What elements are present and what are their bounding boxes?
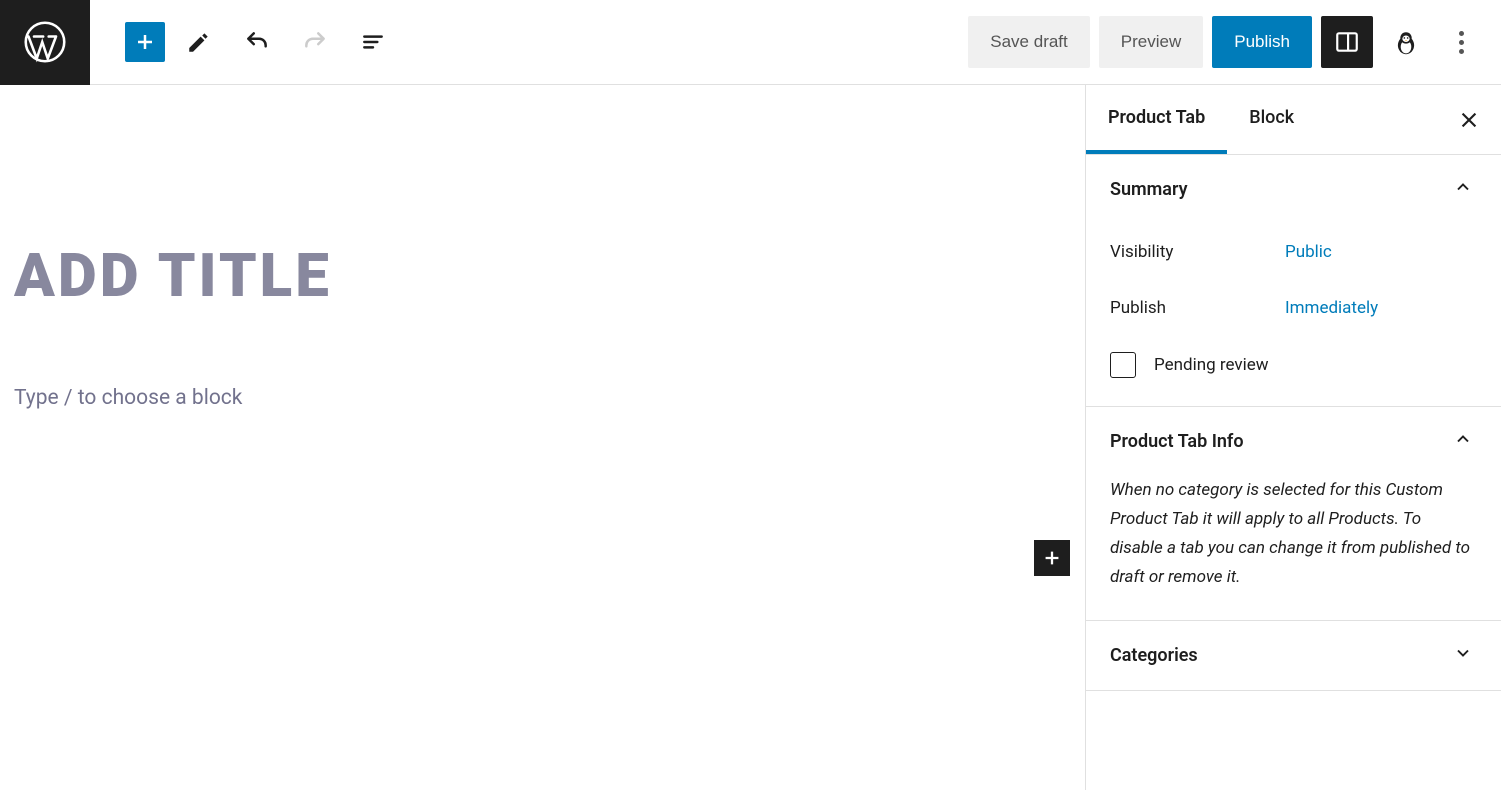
plus-icon — [133, 30, 157, 54]
close-sidebar-button[interactable] — [1449, 100, 1489, 140]
redo-icon — [302, 29, 328, 55]
edit-button[interactable] — [175, 18, 223, 66]
publish-value[interactable]: Immediately — [1285, 298, 1378, 318]
publish-label: Publish — [1110, 298, 1285, 318]
chevron-down-icon — [1453, 643, 1473, 668]
pending-review-checkbox[interactable] — [1110, 352, 1136, 378]
publish-button[interactable]: Publish — [1212, 16, 1312, 68]
add-block-button[interactable] — [125, 22, 165, 62]
editor-canvas: Add title Type / to choose a block — [0, 85, 1086, 790]
plus-icon — [1041, 547, 1063, 569]
tab-block[interactable]: Block — [1227, 85, 1316, 154]
pencil-icon — [186, 29, 212, 55]
panel-header-summary[interactable]: Summary — [1086, 155, 1501, 224]
row-pending-review: Pending review — [1110, 336, 1477, 378]
panel-product-tab-info: Product Tab Info When no category is sel… — [1086, 407, 1501, 621]
toolbar-right: Save draft Preview Publish — [968, 16, 1501, 68]
settings-sidebar-toggle[interactable] — [1321, 16, 1373, 68]
panel-title: Categories — [1110, 645, 1198, 666]
more-options-button[interactable] — [1439, 20, 1483, 64]
panel-title: Summary — [1110, 179, 1188, 200]
row-publish: Publish Immediately — [1110, 280, 1477, 336]
sidebar-icon — [1334, 29, 1360, 55]
panel-header-categories[interactable]: Categories — [1086, 621, 1501, 690]
close-icon — [1458, 109, 1480, 131]
topbar: Save draft Preview Publish — [0, 0, 1501, 85]
sidebar-tabs: Product Tab Block — [1086, 85, 1501, 155]
penguin-button[interactable] — [1382, 18, 1430, 66]
toolbar-left — [90, 18, 397, 66]
panel-summary: Summary Visibility Public Publish Immedi… — [1086, 155, 1501, 407]
wordpress-logo[interactable] — [0, 0, 90, 85]
more-dots-icon — [1459, 31, 1464, 36]
wordpress-icon — [23, 20, 67, 64]
penguin-icon — [1393, 29, 1419, 55]
main: Add title Type / to choose a block Produ… — [0, 85, 1501, 790]
panel-categories: Categories — [1086, 621, 1501, 691]
settings-sidebar: Product Tab Block Summary Visibility Pub… — [1086, 85, 1501, 790]
pending-review-label[interactable]: Pending review — [1154, 355, 1269, 375]
block-input[interactable]: Type / to choose a block — [14, 386, 1071, 410]
undo-button[interactable] — [233, 18, 281, 66]
chevron-up-icon — [1453, 429, 1473, 454]
redo-button[interactable] — [291, 18, 339, 66]
inline-add-block-button[interactable] — [1034, 540, 1070, 576]
row-visibility: Visibility Public — [1110, 224, 1477, 280]
title-input[interactable]: Add title — [14, 240, 1071, 311]
chevron-up-icon — [1453, 177, 1473, 202]
save-draft-button[interactable]: Save draft — [968, 16, 1090, 68]
visibility-value[interactable]: Public — [1285, 242, 1332, 262]
preview-button[interactable]: Preview — [1099, 16, 1203, 68]
product-tab-info-text: When no category is selected for this Cu… — [1110, 476, 1477, 592]
list-icon — [360, 29, 386, 55]
panel-header-product-tab-info[interactable]: Product Tab Info — [1086, 407, 1501, 476]
visibility-label: Visibility — [1110, 242, 1285, 262]
panel-title: Product Tab Info — [1110, 431, 1244, 452]
tab-product-tab[interactable]: Product Tab — [1086, 85, 1227, 154]
document-overview-button[interactable] — [349, 18, 397, 66]
undo-icon — [244, 29, 270, 55]
